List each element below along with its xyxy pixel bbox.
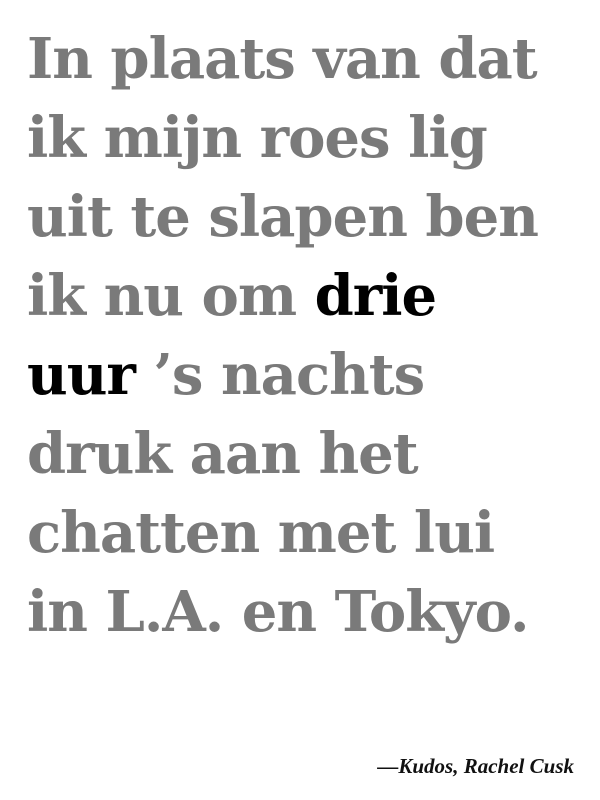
highlighted-word-uur: uur (27, 342, 136, 408)
quote-line-6: druk aan het (27, 421, 419, 487)
quote-line-4-text: ik nu om (27, 263, 315, 329)
quote-line-4: ik nu om drie (27, 257, 538, 336)
quote-card: In plaats van dat ik mijn roes lig uit t… (0, 0, 600, 800)
quote-line-2: ik mijn roes lig (27, 105, 488, 171)
quote-line-5: uur ’s nachts (27, 336, 538, 415)
quote-text: In plaats van dat ik mijn roes lig uit t… (27, 20, 539, 652)
quote-attribution: —Kudos, Rachel Cusk (377, 754, 574, 778)
quote-line-3: uit te slapen ben (27, 184, 539, 250)
quote-line-5-text: ’s nachts (134, 342, 425, 408)
quote-line-8: in L.A. en Tokyo. (27, 579, 529, 645)
quote-line-7: chatten met lui (27, 500, 495, 566)
quote-line-1: In plaats van dat (27, 26, 538, 92)
highlighted-word-drie: drie (314, 263, 438, 329)
